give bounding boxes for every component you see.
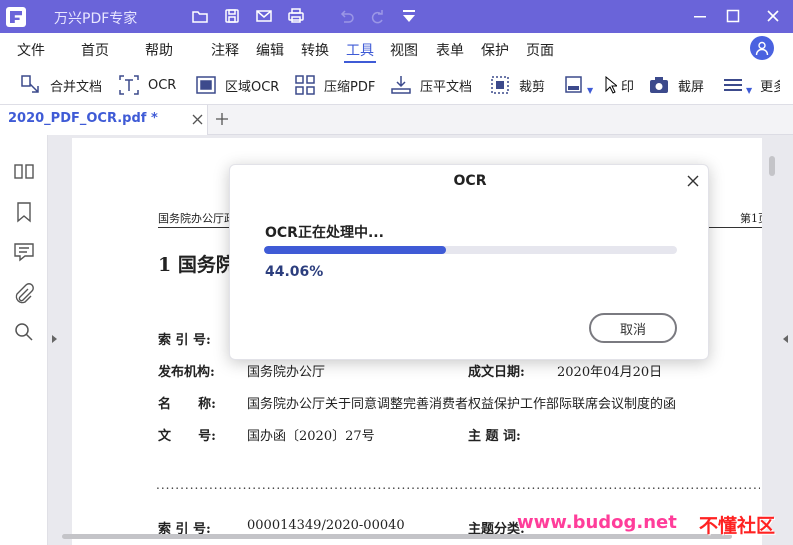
keywords-label: 主 题 词: [468, 429, 521, 444]
dialog-title: OCR [453, 173, 487, 189]
page-header-right: 第1页 [740, 212, 762, 225]
close-tab-icon[interactable] [191, 113, 204, 126]
print-tool-button[interactable]: 印 [605, 71, 634, 99]
app-logo-icon [6, 7, 26, 27]
ocr-progress-bar [264, 246, 677, 254]
next-index-value: 000014349/2020-00040 [247, 518, 405, 533]
ocr-progress-fill [264, 246, 446, 254]
ocr-label: OCR [148, 77, 177, 93]
dropdown-caret-icon: ▼ [587, 85, 594, 95]
ocr-icon [118, 74, 140, 96]
document-tab-name: 2020_PDF_OCR.pdf * [8, 111, 158, 126]
menu-tools[interactable]: 工具 [346, 40, 374, 60]
flatten-document-button[interactable]: 压平文档 [390, 71, 472, 99]
compress-label: 压缩PDF [324, 79, 376, 95]
index-number-label: 索 引 号: [158, 333, 211, 348]
redo-icon[interactable] [368, 7, 386, 25]
page-background-icon [563, 74, 585, 96]
menu-view[interactable]: 视图 [390, 40, 418, 60]
menu-bar: 文件 首页 帮助 注释 编辑 转换 工具 视图 表单 保护 页面 [0, 33, 793, 65]
expand-right-panel-icon[interactable] [783, 335, 788, 343]
flatten-label: 压平文档 [420, 79, 473, 95]
horizontal-scrollbar[interactable] [62, 534, 732, 539]
doc-number-value: 国办函〔2020〕27号 [247, 429, 375, 444]
area-ocr-icon [195, 74, 217, 96]
crop-button[interactable]: 裁剪 [489, 71, 545, 99]
dialog-close-icon[interactable] [686, 174, 700, 188]
more-label: 更多 [760, 79, 781, 95]
crop-label: 裁剪 [519, 79, 546, 95]
dotted-separator: ........................................… [156, 478, 760, 492]
doc-number-label: 文 号: [158, 429, 216, 444]
open-folder-icon[interactable] [191, 7, 209, 25]
menu-lines-icon [722, 74, 744, 96]
merge-label: 合并文档 [50, 79, 103, 95]
maximize-button[interactable] [723, 6, 743, 26]
user-avatar-icon[interactable] [750, 36, 774, 60]
new-tab-icon[interactable] [214, 111, 230, 127]
ocr-progress-dialog: OCR OCR正在处理中... 44.06% 取消 [229, 164, 709, 360]
print-icon[interactable] [287, 7, 305, 25]
app-title: 万兴PDF专家 [54, 11, 138, 27]
document-tab[interactable]: 2020_PDF_OCR.pdf * [0, 105, 208, 135]
minimize-button[interactable] [690, 6, 710, 26]
screenshot-label: 截屏 [678, 79, 705, 95]
area-ocr-button[interactable]: 区域OCR [195, 71, 279, 99]
ocr-button[interactable]: OCR [118, 71, 176, 99]
watermark-site: www.budog.net [517, 512, 677, 533]
title-value: 国务院办公厅关于同意调整完善消费者权益保护工作部际联席会议制度的函 [247, 397, 677, 412]
quick-access-dropdown-icon[interactable] [400, 7, 418, 25]
background-dropdown-button[interactable]: ▼ [563, 71, 593, 99]
ocr-progress-percent: 44.06% [265, 264, 324, 280]
date-value: 2020年04月20日 [557, 365, 663, 380]
tools-toolbar: 合并文档 OCR 区域OCR 压缩PDF 压平文档 裁剪 ▼ 印 截屏 ▼ 更多 [0, 65, 793, 105]
title-label: 名 称: [158, 397, 216, 412]
close-window-button[interactable] [763, 6, 783, 26]
menu-protect[interactable]: 保护 [481, 40, 509, 60]
menu-page[interactable]: 页面 [526, 40, 554, 60]
menu-file[interactable]: 文件 [17, 40, 45, 60]
watermark-brand: 不懂社区 [699, 515, 776, 537]
issuer-label: 发布机构: [158, 365, 215, 380]
thumbnails-icon[interactable] [13, 161, 35, 183]
title-bar: 万兴PDF专家 [0, 0, 793, 33]
compress-pdf-button[interactable]: 压缩PDF [294, 71, 375, 99]
menu-home[interactable]: 首页 [81, 40, 109, 60]
search-icon[interactable] [13, 321, 35, 343]
attachment-icon[interactable] [13, 283, 35, 305]
camera-icon [648, 74, 670, 96]
vertical-scrollbar[interactable] [769, 156, 775, 176]
page-header-left: 国务院办公厅政 [158, 212, 235, 225]
cancel-button[interactable]: 取消 [589, 313, 677, 343]
issuer-value: 国务院办公厅 [247, 365, 326, 380]
comment-icon[interactable] [13, 241, 35, 263]
undo-icon[interactable] [337, 7, 355, 25]
date-label: 成文日期: [468, 365, 525, 380]
left-sidebar [0, 135, 48, 545]
section-heading: 1 国务院 [158, 254, 235, 276]
screenshot-button[interactable]: 截屏 [648, 71, 704, 99]
ocr-status-message: OCR正在处理中... [265, 225, 384, 241]
save-icon[interactable] [223, 7, 241, 25]
crop-icon [489, 74, 511, 96]
bookmark-icon[interactable] [13, 201, 35, 223]
mouse-cursor-icon [605, 75, 619, 94]
menu-edit[interactable]: 编辑 [256, 40, 284, 60]
print-tool-label: 印 [621, 79, 635, 95]
compress-icon [294, 74, 316, 96]
document-tab-bar: 2020_PDF_OCR.pdf * [0, 105, 793, 135]
expand-left-panel-icon[interactable] [52, 335, 57, 343]
more-tools-button[interactable]: ▼ 更多 [722, 71, 780, 99]
menu-comment[interactable]: 注释 [211, 40, 239, 60]
active-menu-indicator [344, 61, 376, 63]
mail-icon[interactable] [255, 7, 273, 25]
flatten-icon [390, 74, 412, 96]
merge-documents-button[interactable]: 合并文档 [20, 71, 102, 99]
area-ocr-label: 区域OCR [225, 79, 280, 95]
merge-icon [20, 74, 42, 96]
menu-convert[interactable]: 转换 [301, 40, 329, 60]
more-caret-icon: ▼ [746, 85, 753, 95]
menu-form[interactable]: 表单 [436, 40, 464, 60]
menu-help[interactable]: 帮助 [145, 40, 173, 60]
